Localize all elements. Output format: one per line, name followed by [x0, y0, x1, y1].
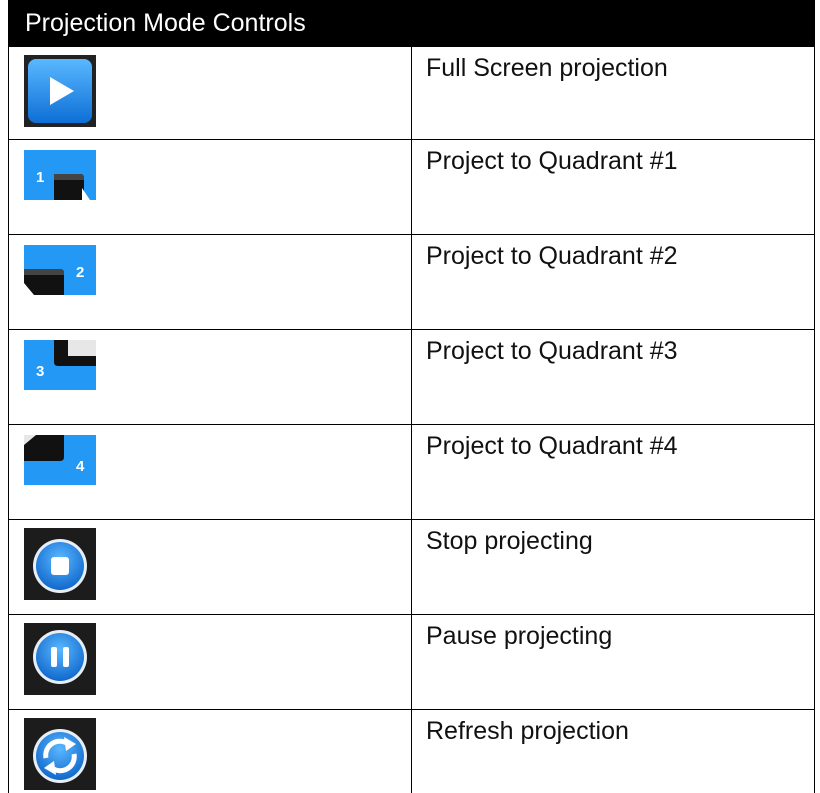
quadrant-badge: 2: [76, 264, 84, 281]
table-row: 3 Project to Quadrant #3: [9, 330, 815, 425]
table-row: Full Screen projection: [9, 47, 815, 140]
quadrant-badge: 4: [76, 458, 85, 475]
table-row: 1 Project to Quadrant #1: [9, 140, 815, 235]
table-row: 4 Project to Quadrant #4: [9, 425, 815, 520]
row-label: Refresh projection: [412, 710, 815, 793]
row-label: Pause projecting: [412, 615, 815, 710]
row-label: Project to Quadrant #1: [412, 140, 815, 235]
stop-icon: [24, 528, 96, 600]
quadrant-1-icon: 1: [24, 150, 96, 200]
table-row: Pause projecting: [9, 615, 815, 710]
row-label: Stop projecting: [412, 520, 815, 615]
pause-icon: [24, 623, 96, 695]
table-row: Stop projecting: [9, 520, 815, 615]
row-label: Project to Quadrant #3: [412, 330, 815, 425]
row-label: Full Screen projection: [412, 47, 815, 140]
quadrant-badge: 3: [36, 363, 44, 380]
row-label: Project to Quadrant #4: [412, 425, 815, 520]
play-icon: [24, 55, 96, 127]
table-row: Refresh projection: [9, 710, 815, 793]
quadrant-4-icon: 4: [24, 435, 96, 485]
projection-controls-table: Projection Mode Controls Full Screen pro…: [8, 0, 815, 793]
table-title: Projection Mode Controls: [9, 1, 815, 47]
row-label: Project to Quadrant #2: [412, 235, 815, 330]
quadrant-3-icon: 3: [24, 340, 96, 390]
quadrant-badge: 1: [36, 169, 44, 186]
quadrant-2-icon: 2: [24, 245, 96, 295]
table-row: 2 Project to Quadrant #2: [9, 235, 815, 330]
refresh-icon: [24, 718, 96, 790]
